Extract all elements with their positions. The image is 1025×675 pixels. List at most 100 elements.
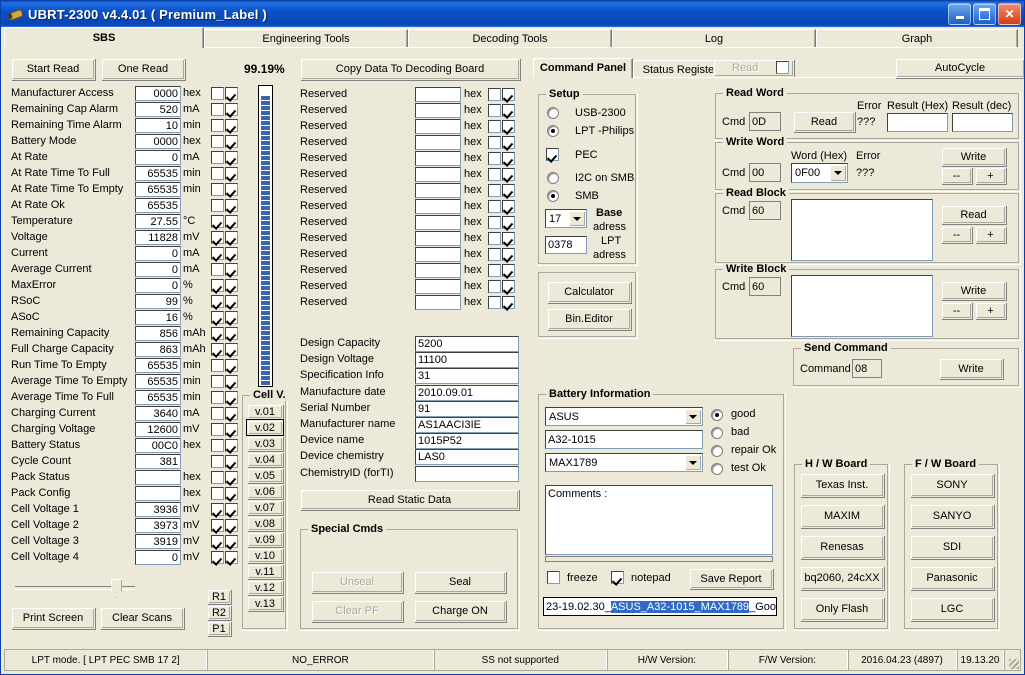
sbs-row-checkbox-log[interactable] bbox=[211, 455, 224, 468]
sbs-row-value[interactable]: 65535 bbox=[135, 166, 181, 181]
report-filename-input[interactable]: 23-19.02.30_ASUS_A32-1015_MAX1789_Good bbox=[543, 597, 777, 616]
start-read-button[interactable]: Start Read bbox=[11, 58, 95, 80]
reserved-row-value[interactable] bbox=[415, 231, 461, 246]
sbs-row-value[interactable]: 3973 bbox=[135, 518, 181, 533]
reserved-row-checkbox-read[interactable] bbox=[502, 264, 515, 277]
sbs-row-checkbox-read[interactable] bbox=[225, 551, 238, 564]
battery-brand-select[interactable]: ASUS bbox=[545, 407, 703, 426]
sbs-row-value[interactable]: 0000 bbox=[135, 134, 181, 149]
sbs-row-checkbox-log[interactable] bbox=[211, 391, 224, 404]
maximize-button[interactable] bbox=[973, 3, 996, 25]
write-block-increment-button[interactable]: + bbox=[975, 302, 1006, 319]
fw-board-button-sdi[interactable]: SDI bbox=[910, 535, 994, 559]
reserved-row-checkbox-read[interactable] bbox=[502, 104, 515, 117]
scan-slider[interactable] bbox=[15, 579, 135, 599]
sbs-row-checkbox-read[interactable] bbox=[225, 519, 238, 532]
cell-voltage-button-v-11[interactable]: v.11 bbox=[247, 564, 283, 579]
read-toggle-checkbox[interactable] bbox=[776, 61, 789, 74]
hw-board-button-renesas[interactable]: Renesas bbox=[800, 535, 884, 559]
p1-button[interactable]: P1 bbox=[207, 621, 231, 636]
sbs-row-checkbox-log[interactable] bbox=[211, 503, 224, 516]
reserved-row-value[interactable] bbox=[415, 279, 461, 294]
sbs-row-checkbox-log[interactable] bbox=[211, 87, 224, 100]
cell-voltage-button-v-05[interactable]: v.05 bbox=[247, 468, 283, 483]
cell-voltage-button-v-07[interactable]: v.07 bbox=[247, 500, 283, 515]
write-word-write-button[interactable]: Write bbox=[941, 147, 1006, 166]
write-word-cmd-input[interactable]: 00 bbox=[749, 163, 781, 182]
sbs-row-checkbox-log[interactable] bbox=[211, 263, 224, 276]
write-block-write-button[interactable]: Write bbox=[941, 281, 1006, 300]
reserved-row-checkbox-log[interactable] bbox=[488, 184, 501, 197]
cell-voltage-button-v-01[interactable]: v.01 bbox=[247, 404, 283, 419]
cell-voltage-button-v-06[interactable]: v.06 bbox=[247, 484, 283, 499]
read-block-content[interactable] bbox=[791, 199, 933, 261]
sbs-row-value[interactable]: 381 bbox=[135, 454, 181, 469]
reserved-row-checkbox-read[interactable] bbox=[502, 280, 515, 293]
reserved-row-value[interactable] bbox=[415, 263, 461, 278]
cell-voltage-button-v-13[interactable]: v.13 bbox=[247, 596, 283, 611]
sbs-row-checkbox-read[interactable] bbox=[225, 279, 238, 292]
reserved-row-checkbox-read[interactable] bbox=[502, 216, 515, 229]
checkbox-freeze[interactable] bbox=[547, 571, 560, 584]
sbs-row-checkbox-log[interactable] bbox=[211, 327, 224, 340]
chevron-down-icon[interactable] bbox=[569, 211, 585, 226]
sbs-row-checkbox-log[interactable] bbox=[211, 279, 224, 292]
sbs-row-checkbox-log[interactable] bbox=[211, 311, 224, 324]
reserved-row-checkbox-log[interactable] bbox=[488, 136, 501, 149]
static-row-value[interactable]: AS1AACI3IE bbox=[415, 417, 519, 433]
sbs-row-value[interactable]: 27.55 bbox=[135, 214, 181, 229]
read-block-read-button[interactable]: Read bbox=[941, 205, 1006, 224]
sbs-row-checkbox-log[interactable] bbox=[211, 519, 224, 532]
sbs-row-checkbox-log[interactable] bbox=[211, 167, 224, 180]
sbs-row-checkbox-read[interactable] bbox=[225, 359, 238, 372]
reserved-row-checkbox-read[interactable] bbox=[502, 168, 515, 181]
reserved-row-checkbox-read[interactable] bbox=[502, 88, 515, 101]
hw-board-button-bq2060-24cxx[interactable]: bq2060, 24cXX bbox=[800, 566, 884, 590]
static-row-value[interactable]: LAS0 bbox=[415, 449, 519, 465]
reserved-row-checkbox-log[interactable] bbox=[488, 280, 501, 293]
sbs-row-value[interactable]: 3919 bbox=[135, 534, 181, 549]
sbs-row-checkbox-log[interactable] bbox=[211, 135, 224, 148]
write-word-increment-button[interactable]: + bbox=[975, 167, 1006, 184]
reserved-row-checkbox-log[interactable] bbox=[488, 232, 501, 245]
radio-lpt-philips[interactable] bbox=[547, 125, 559, 137]
unseal-button[interactable]: Unseal bbox=[311, 571, 403, 593]
reserved-row-checkbox-log[interactable] bbox=[488, 168, 501, 181]
r2-button[interactable]: R2 bbox=[207, 605, 231, 620]
reserved-row-checkbox-log[interactable] bbox=[488, 88, 501, 101]
sbs-row-value[interactable]: 65535 bbox=[135, 198, 181, 213]
cell-voltage-button-v-04[interactable]: v.04 bbox=[247, 452, 283, 467]
comments-textarea[interactable]: Comments : bbox=[545, 485, 773, 555]
battery-ic-select[interactable]: MAX1789 bbox=[545, 453, 703, 472]
reserved-row-value[interactable] bbox=[415, 247, 461, 262]
checkbox-notepad[interactable] bbox=[611, 571, 624, 584]
read-static-data-button[interactable]: Read Static Data bbox=[300, 489, 519, 510]
sbs-row-value[interactable]: 16 bbox=[135, 310, 181, 325]
sbs-row-value[interactable]: 99 bbox=[135, 294, 181, 309]
cell-voltage-button-v-03[interactable]: v.03 bbox=[247, 436, 283, 451]
sbs-row-value[interactable]: 3936 bbox=[135, 502, 181, 517]
write-block-decrement-button[interactable]: -- bbox=[941, 302, 972, 319]
clear-scans-button[interactable]: Clear Scans bbox=[100, 607, 184, 629]
tab-sbs[interactable]: SBS bbox=[4, 27, 204, 48]
radio-state-good[interactable] bbox=[711, 409, 723, 421]
fw-board-button-panasonic[interactable]: Panasonic bbox=[910, 566, 994, 590]
sbs-row-checkbox-log[interactable] bbox=[211, 423, 224, 436]
r1-button[interactable]: R1 bbox=[207, 589, 231, 604]
read-block-decrement-button[interactable]: -- bbox=[941, 226, 972, 243]
copy-data-to-decoding-board-button[interactable]: Copy Data To Decoding Board bbox=[300, 58, 520, 80]
cell-voltage-button-v-12[interactable]: v.12 bbox=[247, 580, 283, 595]
sbs-row-checkbox-read[interactable] bbox=[225, 103, 238, 116]
sbs-row-checkbox-log[interactable] bbox=[211, 359, 224, 372]
tab-decoding-tools[interactable]: Decoding Tools bbox=[408, 29, 612, 48]
sbs-row-value[interactable]: 3640 bbox=[135, 406, 181, 421]
reserved-row-value[interactable] bbox=[415, 119, 461, 134]
sbs-row-value[interactable]: 00C0 bbox=[135, 438, 181, 453]
reserved-row-checkbox-read[interactable] bbox=[502, 120, 515, 133]
static-row-value[interactable]: 31 bbox=[415, 368, 519, 384]
slider-thumb[interactable] bbox=[111, 579, 122, 598]
cell-voltage-button-v-10[interactable]: v.10 bbox=[247, 548, 283, 563]
sbs-row-checkbox-log[interactable] bbox=[211, 247, 224, 260]
sbs-row-checkbox-read[interactable] bbox=[225, 439, 238, 452]
sbs-row-checkbox-read[interactable] bbox=[225, 151, 238, 164]
